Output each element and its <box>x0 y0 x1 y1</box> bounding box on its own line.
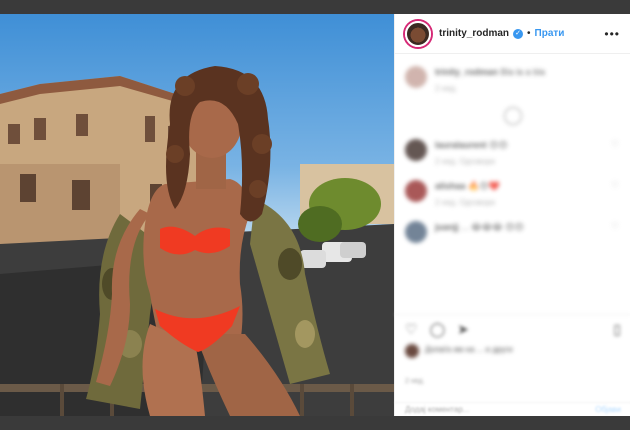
author-username[interactable]: trinity_rodman <box>439 28 509 39</box>
comment-input[interactable]: Додај коментар... <box>405 405 469 414</box>
share-icon[interactable]: ➤ <box>457 321 469 338</box>
comment-meta: 2 нед. Одговори <box>435 157 495 166</box>
liker-avatar <box>405 344 419 358</box>
heart-icon[interactable]: ♡ <box>611 180 620 190</box>
more-icon[interactable]: ••• <box>604 27 620 41</box>
post-photo[interactable] <box>0 14 394 416</box>
comments-list: trinity_rodman Bla la a bla 2 нед. laura… <box>395 54 630 243</box>
add-comment-bar: Додај коментар... Објави <box>395 402 630 416</box>
post-side-panel: trinity_rodman ✓ • Прати ••• trinity_rod… <box>394 14 630 416</box>
post-date: 2 нед. <box>405 378 425 385</box>
follow-button[interactable]: Прати <box>535 28 565 39</box>
author-avatar[interactable] <box>405 20 431 47</box>
post-comment-button[interactable]: Објави <box>595 405 621 414</box>
photo-illustration <box>0 66 394 416</box>
heart-icon[interactable]: ♡ <box>405 321 418 338</box>
post-actions: ♡ ◯ ➤ ▯ <box>395 314 630 344</box>
comment-avatar[interactable] <box>405 139 427 161</box>
comment-avatar[interactable] <box>405 66 427 88</box>
comment-meta: 2 нед. <box>435 84 458 93</box>
comment-user[interactable]: lauralaurent <box>435 140 487 150</box>
load-more-icon[interactable] <box>503 107 522 125</box>
post-header: trinity_rodman ✓ • Прати ••• <box>395 14 630 54</box>
comment-text: Bla la a bla <box>500 67 546 77</box>
comment-user[interactable]: trinity_rodman <box>435 67 498 77</box>
bookmark-icon[interactable]: ▯ <box>613 321 621 338</box>
comment-item: lauralaurent 😍😍 2 нед. Одговори ♡ <box>405 139 620 166</box>
separator-dot: • <box>527 28 531 39</box>
comment-icon[interactable]: ◯ <box>430 321 446 338</box>
likes-summary[interactable]: Допаѓа им на ... и други <box>405 344 621 358</box>
comment-user[interactable]: alishaa <box>435 181 466 191</box>
comment-item: trinity_rodman Bla la a bla 2 нед. <box>405 66 620 93</box>
heart-icon[interactable]: ♡ <box>611 221 620 231</box>
post-modal: trinity_rodman ✓ • Прати ••• trinity_rod… <box>0 14 630 416</box>
comment-item: juanjj ... 😂😂😂 😍😍 ♡ <box>405 221 620 243</box>
comment-avatar[interactable] <box>405 221 427 243</box>
likes-text: Допаѓа им на ... и други <box>425 345 513 354</box>
top-chrome-bar <box>0 0 630 14</box>
comment-text: ... <box>461 222 469 232</box>
comment-item: alishaa 🔥😍❤️ 2 нед. Одговори ♡ <box>405 180 620 207</box>
verified-icon: ✓ <box>513 28 524 39</box>
heart-icon[interactable]: ♡ <box>611 139 620 149</box>
comment-user[interactable]: juanjj <box>435 222 459 232</box>
bottom-chrome-bar <box>0 416 630 430</box>
comment-avatar[interactable] <box>405 180 427 202</box>
comment-meta: 2 нед. Одговори <box>435 198 495 207</box>
